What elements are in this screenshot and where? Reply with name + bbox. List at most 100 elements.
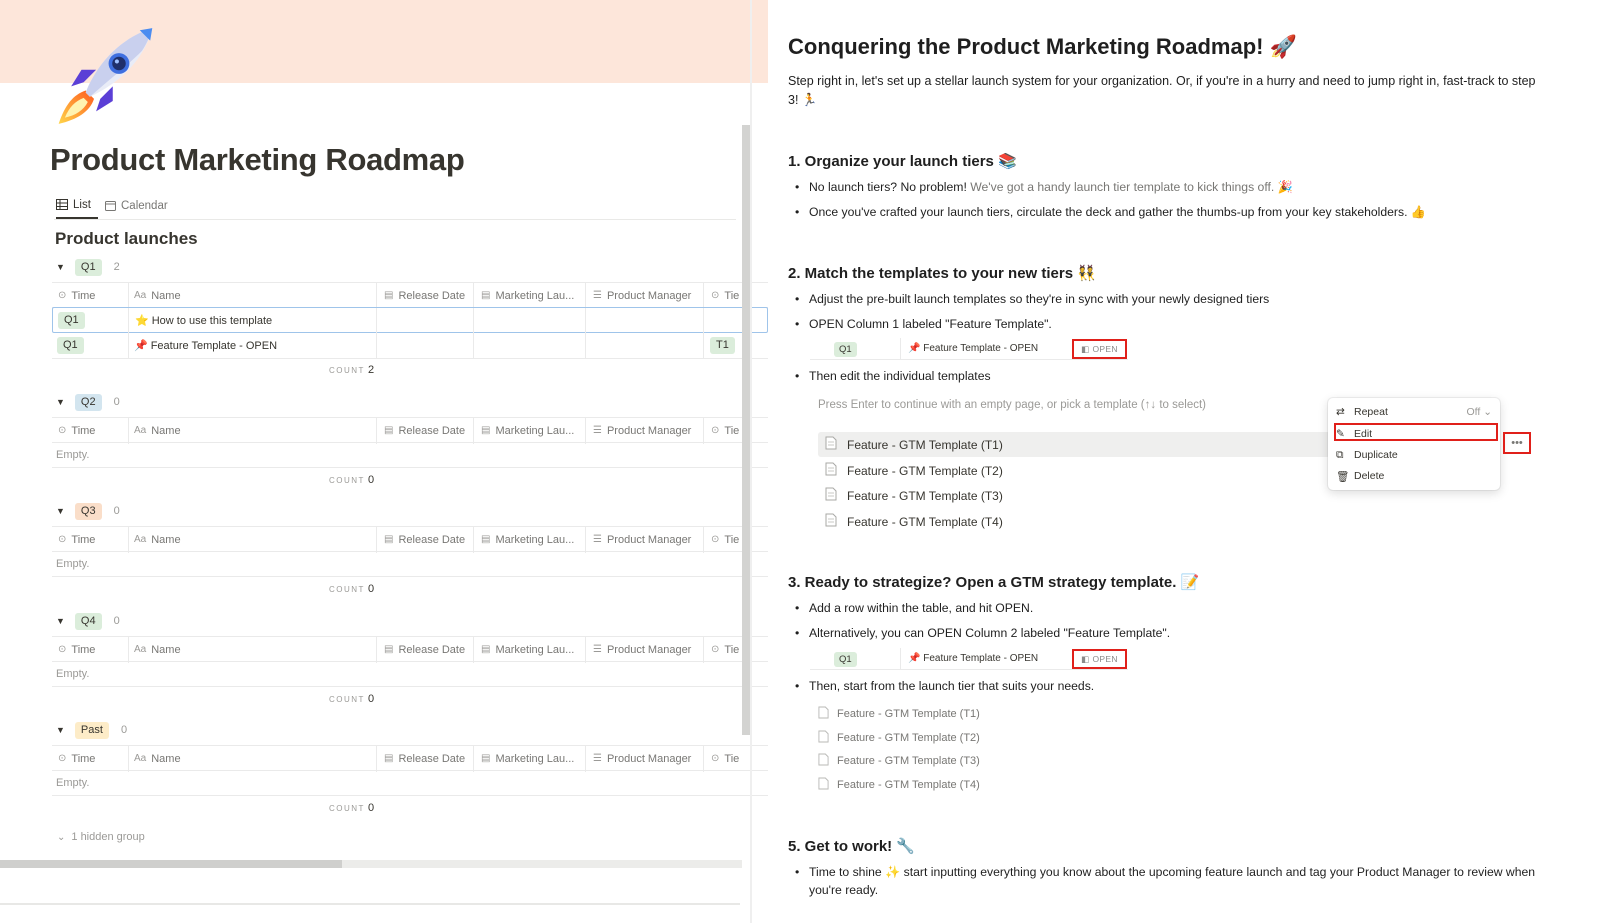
table-row[interactable]: Q1 ⭐ How to use this template xyxy=(52,307,768,334)
step-heading: 5. Get to work! 🔧 xyxy=(788,838,916,855)
menu-item-delete[interactable]: 🗑 Delete xyxy=(1336,466,1492,486)
column-header-row: ⊙ Time Aa Name ▤ Release Date ▤ Marketing La… xyxy=(52,417,768,444)
list-icon: ☰ xyxy=(593,644,602,655)
menu-item-duplicate[interactable]: ⧉ Duplicate xyxy=(1336,445,1492,465)
group-tag: Q1 xyxy=(74,258,102,276)
template-item[interactable]: Feature - GTM Template (T2) xyxy=(818,458,1003,483)
tab-calendar[interactable]: Calendar xyxy=(105,192,168,219)
col-marketing-launch[interactable]: ▤ Marketing Lau... xyxy=(481,637,589,662)
bullet-item: • Then edit the individual templates xyxy=(795,369,991,383)
col-marketing-launch[interactable]: ▤ Marketing Lau... xyxy=(481,746,589,771)
col-name[interactable]: Aa Name xyxy=(134,527,374,552)
col-release-date[interactable]: ▤ Release Date xyxy=(384,283,478,308)
template-item[interactable]: Feature - GTM Template (T2) xyxy=(818,728,980,748)
menu-item-repeat[interactable]: ⇄ Repeat Off ⌄ xyxy=(1336,402,1492,422)
vertical-scrollbar[interactable] xyxy=(742,125,750,735)
divider xyxy=(0,903,740,905)
table-row[interactable]: Q1 📌 Feature Template - OPEN T1 xyxy=(52,333,768,359)
col-product-manager[interactable]: ☰ Product Manager xyxy=(593,746,707,771)
col-time[interactable]: ⊙ Time xyxy=(58,283,128,308)
hidden-group-toggle[interactable]: ⌄ 1 hidden group xyxy=(57,831,145,843)
group-tag: Q2 xyxy=(74,393,102,411)
rocket-icon[interactable] xyxy=(54,24,159,128)
col-product-manager[interactable]: ☰ Product Manager xyxy=(593,527,707,552)
horizontal-scroll-thumb[interactable] xyxy=(0,860,342,868)
group-count-footer[interactable]: COUNT 0 xyxy=(329,474,374,486)
bullet-item: • No launch tiers? No problem! We've got… xyxy=(795,180,1293,194)
col-name[interactable]: Aa Name xyxy=(134,746,374,771)
select-icon: ⊙ xyxy=(58,644,67,655)
col-release-date[interactable]: ▤ Release Date xyxy=(384,746,478,771)
template-item[interactable]: Feature - GTM Template (T4) xyxy=(818,775,980,795)
group-tag: Past xyxy=(74,721,109,739)
col-release-date[interactable]: ▤ Release Date xyxy=(384,637,478,662)
template-item[interactable]: Feature - GTM Template (T4) xyxy=(818,509,1003,534)
group-count: 0 xyxy=(113,505,120,517)
tab-list[interactable]: List xyxy=(56,192,98,219)
group-count-footer[interactable]: COUNT 2 xyxy=(329,364,374,376)
document-icon xyxy=(825,487,837,504)
caret-down-icon[interactable]: ▼ xyxy=(56,506,65,516)
group-header[interactable]: ▼ Q1 2 xyxy=(52,258,120,276)
document-icon xyxy=(825,513,837,530)
open-button[interactable]: ◧ OPEN xyxy=(1072,649,1127,669)
group-count-footer[interactable]: COUNT 0 xyxy=(329,583,374,595)
row-name[interactable]: How to use this template xyxy=(152,315,272,327)
time-tag: Q1 xyxy=(834,652,857,667)
col-label: Tie xyxy=(724,752,740,765)
empty-row[interactable]: Empty. xyxy=(52,770,768,796)
col-time[interactable]: ⊙ Time xyxy=(58,418,128,443)
col-label: Release Date xyxy=(398,289,466,302)
caret-down-icon[interactable]: ▼ xyxy=(56,397,65,407)
row-name[interactable]: Feature Template - OPEN xyxy=(151,340,277,352)
col-marketing-launch[interactable]: ▤ Marketing Lau... xyxy=(481,527,589,552)
col-name[interactable]: Aa Name xyxy=(134,637,374,662)
col-time[interactable]: ⊙ Time xyxy=(58,746,128,771)
col-name[interactable]: Aa Name xyxy=(134,418,374,443)
col-release-date[interactable]: ▤ Release Date xyxy=(384,418,478,443)
col-product-manager[interactable]: ☰ Product Manager xyxy=(593,283,707,308)
caret-down-icon[interactable]: ▼ xyxy=(56,616,65,626)
template-label: Feature - GTM Template (T2) xyxy=(847,463,1003,478)
group-header[interactable]: ▼ Q3 0 xyxy=(52,502,120,520)
col-product-manager[interactable]: ☰ Product Manager xyxy=(593,418,707,443)
group-header[interactable]: ▼ Past 0 xyxy=(52,721,127,739)
group-count-footer[interactable]: COUNT 0 xyxy=(329,693,374,705)
template-item[interactable]: Feature - GTM Template (T3) xyxy=(818,751,980,771)
template-label: Feature - GTM Template (T3) xyxy=(837,755,980,767)
more-options-button[interactable]: ••• xyxy=(1503,432,1531,454)
empty-row[interactable]: Empty. xyxy=(52,442,768,468)
list-icon: ☰ xyxy=(593,290,602,301)
col-label: Marketing Lau... xyxy=(495,752,575,765)
template-item[interactable]: Feature - GTM Template (T3) xyxy=(818,483,1003,508)
col-label: Product Manager xyxy=(606,533,692,546)
document-icon xyxy=(825,462,837,479)
calendar-icon: ▤ xyxy=(384,534,394,545)
open-icon: ◧ xyxy=(1081,343,1090,354)
group-count: 0 xyxy=(113,396,120,408)
caret-down-icon[interactable]: ▼ xyxy=(56,262,65,272)
col-release-date[interactable]: ▤ Release Date xyxy=(384,527,478,552)
caret-down-icon[interactable]: ▼ xyxy=(56,725,65,735)
more-icon: ••• xyxy=(1511,437,1523,449)
col-marketing-launch[interactable]: ▤ Marketing Lau... xyxy=(481,418,589,443)
group-header[interactable]: ▼ Q2 0 xyxy=(52,393,120,411)
col-time[interactable]: ⊙ Time xyxy=(58,637,128,662)
launch-tier-link[interactable]: We've got a handy launch tier template t… xyxy=(970,180,1293,194)
example-row: Q1 📌 Feature Template - OPEN ◧ OPEN xyxy=(810,338,1128,360)
template-item[interactable]: Feature - GTM Template (T1) xyxy=(818,704,980,724)
template-picker-hint: Press Enter to continue with an empty pa… xyxy=(818,399,1206,411)
group-header[interactable]: ▼ Q4 0 xyxy=(52,612,120,630)
group-count-footer[interactable]: COUNT 0 xyxy=(329,802,374,814)
col-label: Name xyxy=(151,424,181,437)
row-name: 📌 Feature Template - OPEN xyxy=(908,343,1039,354)
template-item[interactable]: Feature - GTM Template (T1) xyxy=(818,432,1003,457)
col-product-manager[interactable]: ☰ Product Manager xyxy=(593,637,707,662)
col-time[interactable]: ⊙ Time xyxy=(58,527,128,552)
open-button[interactable]: ◧ OPEN xyxy=(1072,339,1127,359)
empty-row[interactable]: Empty. xyxy=(52,551,768,577)
select-icon: ⊙ xyxy=(58,753,67,764)
col-marketing-launch[interactable]: ▤ Marketing Lau... xyxy=(481,283,589,308)
col-name[interactable]: Aa Name xyxy=(134,283,374,308)
empty-row[interactable]: Empty. xyxy=(52,661,768,687)
